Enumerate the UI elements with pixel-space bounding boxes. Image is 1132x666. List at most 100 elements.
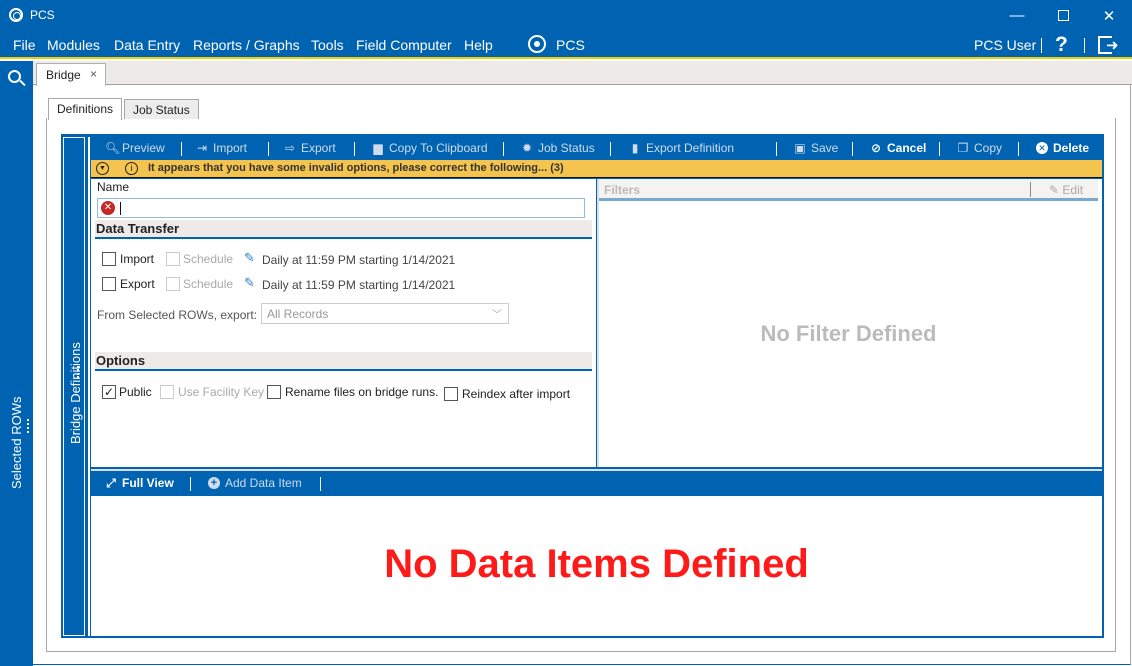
- filters-panel: Filters ✎ Edit No Filter Defined: [597, 179, 1102, 467]
- job-status-button[interactable]: ✹ Job Status: [521, 141, 595, 155]
- bridge-definitions-label[interactable]: Bridge Definitions: [68, 342, 83, 444]
- no-data-items-message: No Data Items Defined: [384, 542, 809, 586]
- warning-message: It appears that you have some invalid op…: [148, 162, 564, 174]
- copy-button[interactable]: ❐ Copy: [957, 141, 1002, 155]
- drag-handle[interactable]: [77, 366, 79, 378]
- import-schedule-text: Daily at 11:59 PM starting 1/14/2021: [262, 253, 456, 267]
- validation-warning-bar: ▼ i It appears that you have some invali…: [91, 160, 1102, 178]
- copy-label: Copy: [974, 141, 1003, 155]
- maximize-button[interactable]: [1040, 0, 1086, 31]
- maximize-icon: [1057, 10, 1069, 21]
- name-input[interactable]: ✕: [97, 198, 585, 218]
- export-definition-label: Export Definition: [646, 141, 735, 155]
- edit-filters-button[interactable]: ✎ Edit: [1049, 183, 1083, 197]
- close-tab-icon[interactable]: ×: [90, 67, 97, 81]
- menu-field-computer[interactable]: Field Computer: [356, 37, 452, 53]
- data-items-area: No Data Items Defined: [91, 496, 1102, 636]
- alarm-light-icon: ✹: [521, 141, 533, 155]
- tab-definitions[interactable]: Definitions: [48, 98, 123, 120]
- toolbar-separator: [939, 142, 940, 156]
- app-icon: [9, 8, 23, 22]
- full-view-label: Full View: [122, 476, 174, 490]
- toolbar-separator: [610, 142, 611, 156]
- export-checkbox-label[interactable]: Export: [120, 277, 155, 291]
- close-button[interactable]: ✕: [1086, 0, 1132, 31]
- reindex-label[interactable]: Reindex after import: [462, 387, 570, 401]
- tab-job-status[interactable]: Job Status: [124, 99, 199, 119]
- export-button[interactable]: ⇨ Export: [284, 141, 336, 155]
- preview-button[interactable]: 🔍︎ Preview: [105, 141, 165, 155]
- user-menu[interactable]: PCS User: [974, 37, 1036, 53]
- export-schedule-checkbox[interactable]: [166, 277, 180, 291]
- add-data-item-button[interactable]: + Add Data Item: [208, 476, 302, 490]
- toolbar-separator: [181, 142, 182, 156]
- data-items-toolbar: ⤢ Full View + Add Data Item: [91, 469, 1102, 496]
- toolbar-separator: [268, 142, 269, 156]
- drag-handle[interactable]: [27, 419, 29, 433]
- delete-circle-x-icon: ✕: [1036, 142, 1048, 154]
- edit-pencil-icon: ✎: [1049, 183, 1060, 197]
- rename-files-label[interactable]: Rename files on bridge runs.: [285, 385, 438, 399]
- import-button[interactable]: ⇥ Import: [196, 141, 247, 155]
- logout-arrow-icon: ➜: [1106, 37, 1119, 54]
- definition-form: Name ✕ Data Transfer Import Schedule ✎ D…: [91, 179, 596, 467]
- add-data-item-label: Add Data Item: [225, 476, 302, 490]
- use-facility-key-label: Use Facility Key: [178, 385, 265, 399]
- menu-tools[interactable]: Tools: [311, 37, 344, 53]
- import-checkbox-label[interactable]: Import: [120, 252, 154, 266]
- toolbar-separator: [190, 477, 191, 491]
- edit-schedule-pencil-icon[interactable]: ✎: [244, 275, 255, 291]
- delete-button[interactable]: ✕ Delete: [1036, 141, 1089, 155]
- reindex-checkbox[interactable]: [444, 387, 458, 401]
- cancel-button[interactable]: ⊘ Cancel: [870, 141, 926, 155]
- data-transfer-heading: Data Transfer: [95, 220, 592, 239]
- selected-rows-sidebar[interactable]: Selected ROWs: [0, 61, 33, 666]
- name-label: Name: [97, 180, 130, 194]
- doc-tab-bridge[interactable]: Bridge ×: [36, 63, 106, 86]
- preview-icon: 🔍︎: [105, 141, 121, 155]
- job-status-label: Job Status: [538, 141, 595, 155]
- document-tab-strip: Bridge ×: [33, 61, 1132, 86]
- save-icon: ▣: [794, 141, 806, 155]
- toolbar-separator: [320, 477, 321, 491]
- public-checkbox[interactable]: ✓: [102, 385, 116, 399]
- public-label[interactable]: Public: [119, 385, 152, 399]
- export-label: Export: [301, 141, 336, 155]
- no-filter-message: No Filter Defined: [760, 321, 937, 346]
- cancel-label: Cancel: [887, 141, 927, 155]
- copy-to-clipboard-button[interactable]: ▆ Copy To Clipboard: [372, 141, 487, 155]
- selected-rows-label[interactable]: Selected ROWs: [9, 397, 24, 489]
- import-checkbox[interactable]: [102, 252, 116, 266]
- pcs-logo-icon: [528, 35, 546, 53]
- edit-schedule-pencil-icon[interactable]: ✎: [244, 250, 255, 266]
- edit-label: Edit: [1062, 183, 1084, 197]
- bridge-definitions-panel[interactable]: Bridge Definitions: [63, 137, 85, 636]
- export-checkbox[interactable]: [102, 277, 116, 291]
- import-schedule-checkbox[interactable]: [166, 252, 180, 266]
- minimize-button[interactable]: —: [994, 0, 1040, 31]
- copy-icon: ❐: [957, 141, 969, 155]
- menu-data-entry[interactable]: Data Entry: [114, 37, 180, 53]
- collapse-chevron-icon[interactable]: ▼: [96, 162, 109, 175]
- rename-files-checkbox[interactable]: [267, 385, 281, 399]
- export-definition-button[interactable]: ▮ Export Definition: [629, 141, 734, 155]
- chevron-down-icon: ﹀: [492, 310, 502, 321]
- menu-modules[interactable]: Modules: [47, 37, 100, 53]
- export-records-select[interactable]: All Records ﹀: [261, 303, 509, 324]
- preview-label: Preview: [122, 141, 165, 155]
- full-view-button[interactable]: ⤢ Full View: [105, 476, 174, 490]
- file-export-icon: ▮: [631, 141, 639, 155]
- pcs-logo-text: PCS: [556, 37, 585, 53]
- filters-title: Filters: [604, 183, 641, 197]
- use-facility-key-checkbox[interactable]: [160, 385, 174, 399]
- import-schedule-label: Schedule: [183, 252, 234, 266]
- menu-file[interactable]: File: [13, 37, 36, 53]
- help-button[interactable]: ?: [1055, 33, 1068, 57]
- expand-arrows-icon: ⤢: [106, 476, 116, 490]
- menu-divider: [1084, 38, 1085, 53]
- save-button[interactable]: ▣ Save: [794, 141, 838, 155]
- menu-divider: [1041, 38, 1042, 53]
- menu-help[interactable]: Help: [464, 37, 493, 53]
- menu-reports-graphs[interactable]: Reports / Graphs: [193, 37, 300, 53]
- toolbar-separator: [503, 142, 504, 156]
